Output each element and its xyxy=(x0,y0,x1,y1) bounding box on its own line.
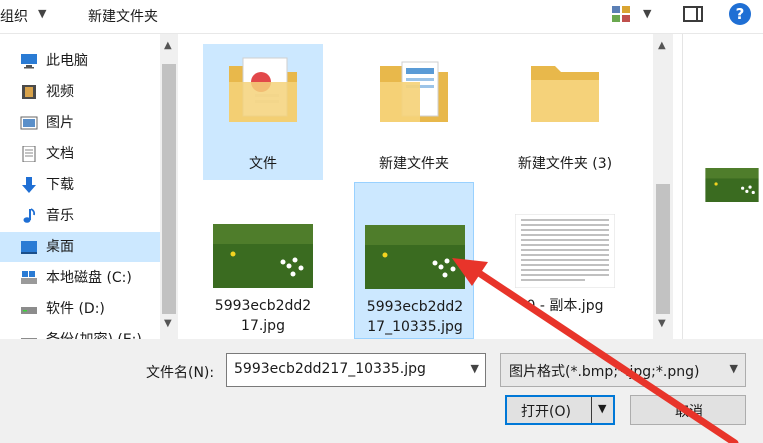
nav-item-label: 软件 (D:) xyxy=(46,301,105,317)
nav-item-music[interactable]: 音乐 xyxy=(0,201,160,231)
nav-item-label: 音乐 xyxy=(46,208,74,224)
file-tile-image-3[interactable]: 0 - 副本.jpg xyxy=(505,184,625,334)
drive-c-icon xyxy=(21,271,37,284)
navigation-pane: 此电脑 视频 图片 文档 下载 音乐 桌面 本地磁盘 (C:) 软件 (D:) … xyxy=(0,34,178,339)
folder-icon xyxy=(531,66,599,122)
chevron-down-icon: ▼ xyxy=(38,7,47,20)
file-name: 5993ecb2dd2 17_10335.jpg xyxy=(366,299,464,335)
new-folder-button[interactable]: 新建文件夹 xyxy=(88,6,158,26)
nav-item-label: 备份(加密) (E:) xyxy=(46,325,142,339)
drive-d-icon xyxy=(21,307,37,314)
cancel-button[interactable]: 取消 xyxy=(630,395,746,425)
nav-item-label: 图片 xyxy=(46,115,74,131)
open-button-label: 打开(O) xyxy=(521,404,571,420)
nav-item-label: 视频 xyxy=(46,84,74,100)
file-name: 新建文件夹 xyxy=(379,156,449,172)
pictures-icon xyxy=(20,116,38,130)
file-name: 新建文件夹 (3) xyxy=(517,156,613,172)
cancel-button-label: 取消 xyxy=(675,404,703,420)
dialog-footer: 文件名(N): 5993ecb2dd217_10335.jpg ▼ 图片格式(*… xyxy=(0,339,763,443)
nav-scrollbar[interactable]: ▲ ▼ xyxy=(160,34,178,339)
view-options-icon[interactable] xyxy=(612,6,630,22)
filetype-select[interactable]: 图片格式(*.bmp;*.jpg;*.png) ▼ xyxy=(500,353,746,387)
organize-label: 组织 xyxy=(0,9,28,25)
nav-scroll-thumb[interactable] xyxy=(162,64,176,314)
preview-pane xyxy=(682,34,763,339)
open-button[interactable]: 打开(O) ▼ xyxy=(505,395,615,425)
preview-pane-toggle-icon[interactable] xyxy=(683,6,703,22)
chevron-down-icon[interactable]: ▼ xyxy=(471,362,479,375)
organize-menu-button[interactable]: 组织 ▼ xyxy=(0,6,46,26)
nav-item-desktop[interactable]: 桌面 xyxy=(0,232,160,262)
help-icon[interactable]: ? xyxy=(729,3,751,25)
nav-item-label: 下载 xyxy=(46,177,74,193)
nav-item-pictures[interactable]: 图片 xyxy=(0,108,160,138)
filetype-value: 图片格式(*.bmp;*.jpg;*.png) xyxy=(509,364,700,380)
scroll-up-icon[interactable]: ▲ xyxy=(658,40,666,51)
file-name: 5993ecb2dd2 17.jpg xyxy=(214,298,312,334)
nav-item-drive-d[interactable]: 软件 (D:) xyxy=(0,294,160,324)
filename-label: 文件名(N): xyxy=(146,365,215,381)
open-dropdown-icon[interactable]: ▼ xyxy=(598,402,606,415)
video-icon xyxy=(22,85,36,99)
new-folder-label: 新建文件夹 xyxy=(88,9,158,25)
file-name: 文件 xyxy=(249,156,277,172)
file-tile-image-1[interactable]: 5993ecb2dd2 17.jpg xyxy=(203,184,323,334)
filename-input[interactable]: 5993ecb2dd217_10335.jpg ▼ xyxy=(226,353,486,387)
nav-item-drive-c[interactable]: 本地磁盘 (C:) xyxy=(0,263,160,293)
nav-item-label: 文档 xyxy=(46,146,74,162)
scroll-down-icon[interactable]: ▼ xyxy=(658,318,666,329)
chevron-down-icon: ▼ xyxy=(729,362,738,375)
filename-value: 5993ecb2dd217_10335.jpg xyxy=(234,361,426,377)
nav-item-label: 桌面 xyxy=(46,239,74,255)
view-dropdown-icon[interactable]: ▼ xyxy=(643,7,651,20)
nav-item-drive-e[interactable]: 备份(加密) (E:) xyxy=(0,325,160,339)
scroll-up-icon[interactable]: ▲ xyxy=(164,40,172,51)
desktop-icon xyxy=(21,241,37,254)
folder-with-document-icon xyxy=(229,57,297,122)
grass-image-thumbnail xyxy=(365,225,465,289)
file-tile-new-folder[interactable]: 新建文件夹 xyxy=(354,44,474,180)
documents-icon xyxy=(22,146,36,162)
file-list-scroll-thumb[interactable] xyxy=(656,184,670,314)
scroll-down-icon[interactable]: ▼ xyxy=(164,318,172,329)
folder-with-files-icon xyxy=(380,61,448,122)
file-tile-folder-docs[interactable]: 文件 xyxy=(203,44,323,180)
grass-image-thumbnail xyxy=(213,224,313,288)
file-list-scrollbar[interactable]: ▲ ▼ xyxy=(653,34,673,339)
nav-item-this-pc[interactable]: 此电脑 xyxy=(0,46,160,76)
nav-item-downloads[interactable]: 下载 xyxy=(0,170,160,200)
preview-image xyxy=(705,168,759,202)
music-icon xyxy=(23,208,36,223)
file-tile-image-2[interactable]: 5993ecb2dd2 17_10335.jpg xyxy=(354,182,474,339)
toolbar: 组织 ▼ 新建文件夹 ▼ ? xyxy=(0,0,763,34)
document-image-thumbnail xyxy=(515,214,615,288)
file-list-view: 文件 新建文件夹 新建文件夹 (3) 5993ecb2dd2 17.jpg 59… xyxy=(178,34,682,339)
file-open-dialog: 组织 ▼ 新建文件夹 ▼ ? 此电脑 视频 图片 文档 下载 音乐 桌面 本地磁… xyxy=(0,0,763,443)
nav-item-label: 此电脑 xyxy=(46,53,88,69)
file-tile-new-folder-3[interactable]: 新建文件夹 (3) xyxy=(505,44,625,180)
split-divider xyxy=(591,397,592,423)
nav-item-documents[interactable]: 文档 xyxy=(0,139,160,169)
file-name: 0 - 副本.jpg xyxy=(526,298,604,314)
drive-e-icon xyxy=(21,338,37,339)
computer-icon xyxy=(21,54,37,69)
download-icon xyxy=(22,177,36,193)
nav-item-video[interactable]: 视频 xyxy=(0,77,160,107)
nav-item-label: 本地磁盘 (C:) xyxy=(46,270,132,286)
